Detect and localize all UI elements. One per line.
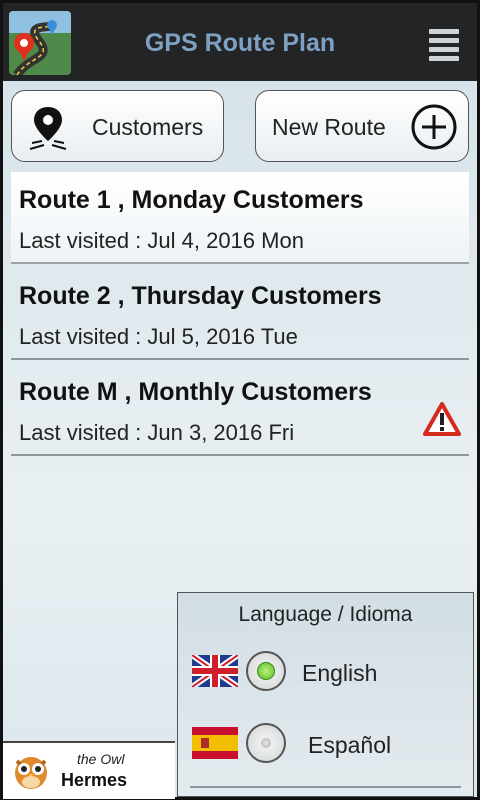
route-last-visited: Last visited : Jul 4, 2016 Mon: [19, 228, 304, 253]
route-list-item[interactable]: Route M , Monthly Customers Last visited…: [11, 364, 469, 456]
divider: [190, 786, 461, 788]
route-name: Route M , Monthly Customers: [19, 378, 372, 406]
warning-icon: [423, 402, 461, 436]
uk-flag-icon: [192, 655, 238, 687]
english-label[interactable]: English: [302, 660, 377, 687]
route-list-item[interactable]: Route 2 , Thursday Customers Last visite…: [11, 268, 469, 360]
route-list-item[interactable]: Route 1 , Monday Customers Last visited …: [11, 172, 469, 264]
spain-flag-icon: [192, 727, 238, 759]
menu-icon[interactable]: [429, 29, 459, 63]
location-pin-icon: [29, 107, 67, 150]
new-route-button[interactable]: New Route: [255, 90, 469, 162]
branding-badge: the Owl Hermes: [3, 741, 175, 799]
route-name: Route 2 , Thursday Customers: [19, 282, 382, 310]
route-last-visited: Last visited : Jul 5, 2016 Tue: [19, 324, 298, 349]
route-name: Route 1 , Monday Customers: [19, 186, 364, 214]
english-radio[interactable]: [246, 651, 286, 691]
route-last-visited: Last visited : Jun 3, 2016 Fri: [19, 420, 295, 445]
language-panel-title: Language / Idioma: [238, 603, 413, 626]
espanol-label[interactable]: Español: [308, 732, 391, 759]
new-route-button-label: New Route: [272, 114, 386, 140]
branding-tagline: the Owl: [77, 751, 125, 767]
customers-button-label: Customers: [92, 114, 204, 140]
owl-icon: [15, 757, 47, 789]
app-title: GPS Route Plan: [144, 29, 336, 57]
customers-button[interactable]: Customers: [11, 90, 224, 162]
language-panel: Language / Idioma English Español: [177, 592, 474, 797]
app-bar: GPS Route Plan: [3, 3, 477, 81]
branding-name: Hermes: [61, 770, 128, 790]
plus-circle-icon: [411, 104, 457, 150]
espanol-radio[interactable]: [246, 723, 286, 763]
